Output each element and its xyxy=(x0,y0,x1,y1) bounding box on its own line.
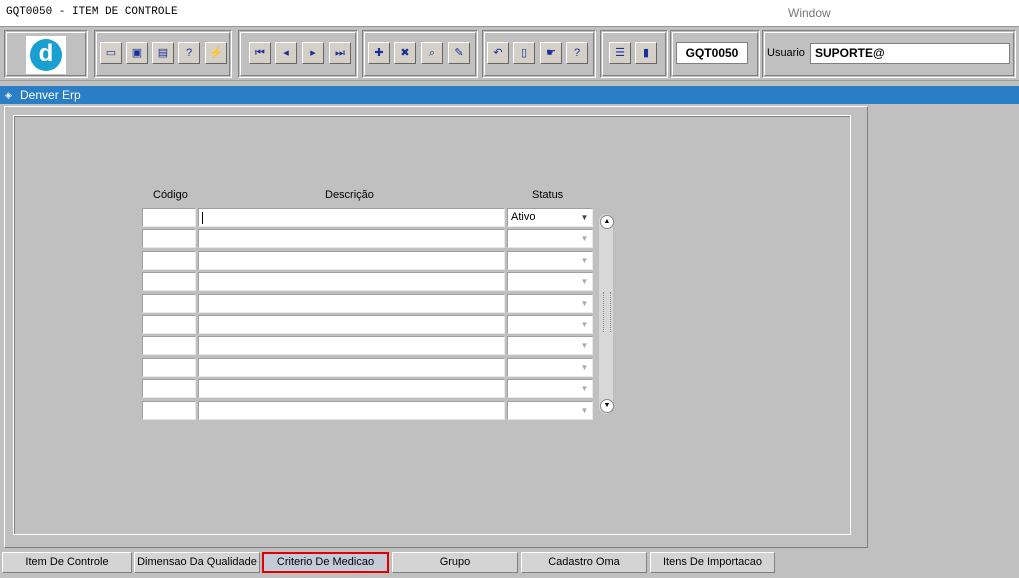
tab-item-de-controle[interactable]: Item De Controle xyxy=(2,552,132,573)
chevron-down-icon[interactable]: ▼ xyxy=(578,253,591,268)
description-field[interactable] xyxy=(198,250,505,270)
description-field[interactable] xyxy=(198,272,505,292)
next-record-icon[interactable]: ▸ xyxy=(302,42,324,64)
user-field[interactable]: SUPORTE@ xyxy=(810,43,1010,64)
window-menu[interactable]: Window xyxy=(788,6,831,20)
description-field[interactable] xyxy=(198,379,505,399)
window-title-bar: ◈ Denver Erp xyxy=(0,86,1019,104)
description-field[interactable] xyxy=(198,208,505,227)
grid-row: ▼ xyxy=(142,400,594,421)
grid-row: Ativo ▼ xyxy=(142,208,594,228)
code-field[interactable] xyxy=(142,293,196,313)
window-title: Denver Erp xyxy=(20,88,81,102)
tab-bar: Item De Controle Dimensao Da Qualidade Cri… xyxy=(0,550,1019,578)
text-cursor xyxy=(202,212,203,224)
grid-row: ▼ xyxy=(142,379,594,399)
last-record-icon[interactable]: ⏭ xyxy=(329,42,351,64)
exit-icon[interactable]: ▮ xyxy=(635,42,657,64)
code-field[interactable] xyxy=(142,379,196,399)
denver-logo: d xyxy=(26,36,66,74)
grid-row: ▼ xyxy=(142,272,594,292)
description-field[interactable] xyxy=(198,315,505,334)
window-icon[interactable]: ◈ xyxy=(5,90,15,100)
status-select[interactable]: ▼ xyxy=(507,357,593,377)
tab-criterio-de-medicao[interactable]: Criterio De Medicao xyxy=(262,552,389,573)
delete-record-icon[interactable]: ✖ xyxy=(394,42,416,64)
status-select[interactable]: ▼ xyxy=(507,336,593,356)
description-field[interactable] xyxy=(198,400,505,420)
status-select[interactable]: Ativo ▼ xyxy=(507,208,593,227)
description-field[interactable] xyxy=(198,293,505,313)
print-icon[interactable]: ▤ xyxy=(152,42,174,64)
tab-itens-de-importacao[interactable]: Itens De Importacao xyxy=(650,552,775,573)
status-select[interactable]: ▼ xyxy=(507,400,593,420)
chevron-down-icon[interactable]: ▼ xyxy=(578,296,591,311)
scroll-thumb[interactable] xyxy=(603,292,611,332)
status-select[interactable]: ▼ xyxy=(507,315,593,334)
status-select[interactable]: ▼ xyxy=(507,229,593,249)
status-value: Ativo xyxy=(511,211,536,223)
tab-dimensao-da-qualidade[interactable]: Dimensao Da Qualidade xyxy=(134,552,260,573)
app-title[interactable]: GQT0050 - ITEM DE CONTROLE xyxy=(6,6,178,18)
description-field[interactable] xyxy=(198,229,505,249)
code-field[interactable] xyxy=(142,208,196,227)
help-query-icon[interactable]: ? xyxy=(178,42,200,64)
user-label: Usuario xyxy=(767,47,805,59)
chevron-down-icon[interactable]: ▼ xyxy=(578,231,591,246)
window-icon[interactable]: ▣ xyxy=(126,42,148,64)
enter-query-icon[interactable]: ⌕ xyxy=(421,42,443,64)
tools-icon[interactable]: ☛ xyxy=(540,42,562,64)
save-icon[interactable]: ▭ xyxy=(100,42,122,64)
previous-record-icon[interactable]: ◂ xyxy=(275,42,297,64)
grid-row: ▼ xyxy=(142,336,594,356)
status-select[interactable]: ▼ xyxy=(507,293,593,313)
description-field[interactable] xyxy=(198,357,505,377)
chevron-down-icon[interactable]: ▼ xyxy=(578,210,591,225)
code-field[interactable] xyxy=(142,400,196,420)
tab-grupo[interactable]: Grupo xyxy=(392,552,518,573)
grid-row: ▼ xyxy=(142,250,594,271)
form-code: GQT0050 xyxy=(676,42,748,64)
code-field[interactable] xyxy=(142,336,196,356)
grid-row: ▼ xyxy=(142,293,594,314)
chevron-down-icon[interactable]: ▼ xyxy=(578,360,591,375)
code-field[interactable] xyxy=(142,315,196,334)
grid-row: ▼ xyxy=(142,357,594,378)
chevron-down-icon[interactable]: ▼ xyxy=(578,381,591,396)
grid-scrollbar[interactable]: ▲ ▼ xyxy=(598,213,614,415)
undo-icon[interactable]: ↶ xyxy=(487,42,509,64)
chevron-down-icon[interactable]: ▼ xyxy=(578,338,591,353)
tab-cadastro-oma[interactable]: Cadastro Oma xyxy=(521,552,647,573)
status-select[interactable]: ▼ xyxy=(507,250,593,270)
code-field[interactable] xyxy=(142,229,196,249)
edit-icon[interactable]: ✎ xyxy=(448,42,470,64)
execute-icon[interactable]: ⚡ xyxy=(205,42,227,64)
code-field[interactable] xyxy=(142,357,196,377)
grid-row: ▼ xyxy=(142,229,594,249)
description-field[interactable] xyxy=(198,336,505,356)
insert-record-icon[interactable]: ✚ xyxy=(368,42,390,64)
chevron-down-icon[interactable]: ▼ xyxy=(578,403,591,418)
code-field[interactable] xyxy=(142,250,196,270)
scroll-down-icon[interactable]: ▼ xyxy=(600,399,614,413)
menu-icon[interactable]: ☰ xyxy=(609,42,631,64)
chevron-down-icon[interactable]: ▼ xyxy=(578,274,591,289)
chevron-down-icon[interactable]: ▼ xyxy=(578,317,591,332)
scroll-up-icon[interactable]: ▲ xyxy=(600,215,614,229)
first-record-icon[interactable]: ⏮ xyxy=(249,42,271,64)
code-field[interactable] xyxy=(142,272,196,292)
status-select[interactable]: ▼ xyxy=(507,272,593,292)
status-select[interactable]: ▼ xyxy=(507,379,593,399)
clipboard-icon[interactable]: ▯ xyxy=(513,42,535,64)
help-icon[interactable]: ? xyxy=(566,42,588,64)
column-header-description: Descrição xyxy=(325,189,374,201)
column-header-status: Status xyxy=(532,189,564,201)
column-header-code: Código xyxy=(153,189,188,201)
grid-row: ▼ xyxy=(142,315,594,335)
menu-bar: GQT0050 - ITEM DE CONTROLE Window xyxy=(0,0,1019,27)
